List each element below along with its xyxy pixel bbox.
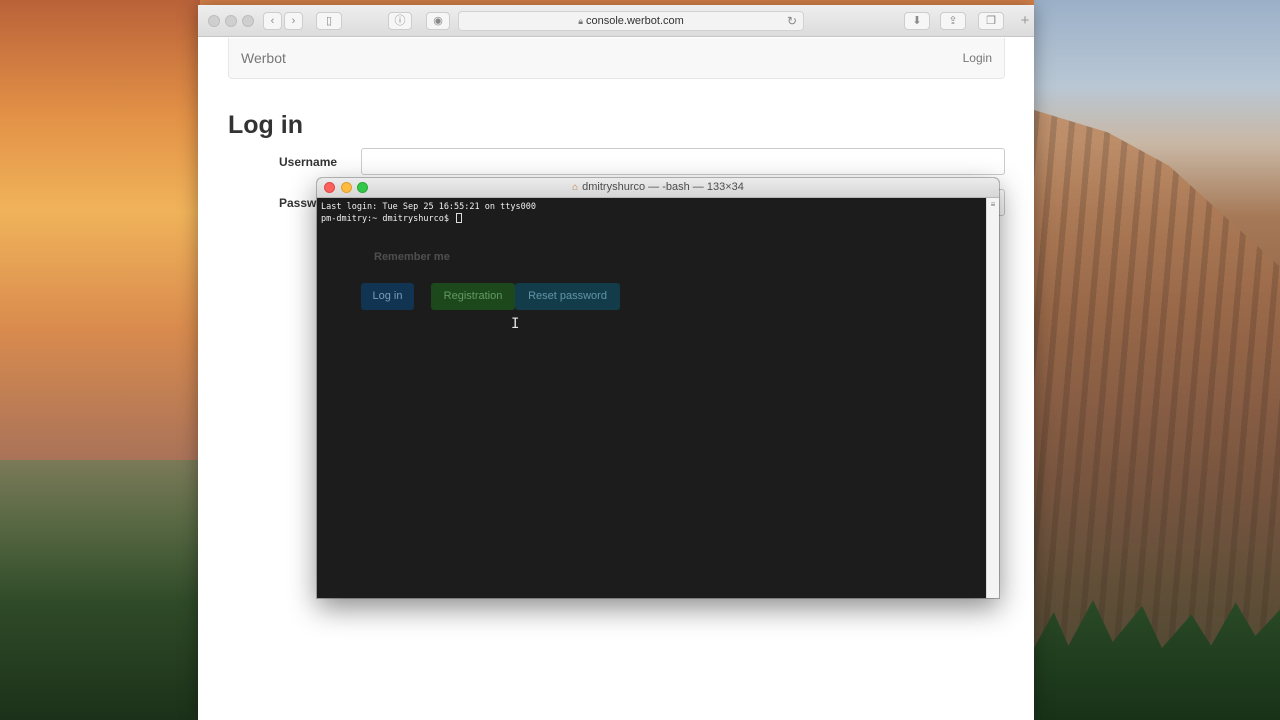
terminal-scrollbar[interactable]: ≡ bbox=[986, 198, 999, 598]
downloads-button[interactable]: ⬇ bbox=[904, 12, 930, 30]
window-maximize-button[interactable] bbox=[242, 15, 254, 27]
reload-icon[interactable]: ↻ bbox=[787, 12, 797, 30]
back-button[interactable]: ‹ bbox=[263, 12, 282, 30]
chevron-right-icon: › bbox=[291, 15, 296, 27]
address-url: console.werbot.com bbox=[585, 15, 684, 27]
username-input[interactable] bbox=[361, 148, 1005, 175]
tabs-icon: ❐ bbox=[986, 15, 996, 27]
forward-button[interactable]: › bbox=[284, 12, 303, 30]
home-icon: ⌂ bbox=[572, 182, 579, 193]
site-brand[interactable]: Werbot bbox=[241, 50, 286, 66]
desktop-wallpaper-hills bbox=[0, 460, 200, 720]
download-icon: ⬇ bbox=[912, 15, 922, 27]
terminal-output[interactable]: Last login: Tue Sep 25 16:55:21 on ttys0… bbox=[317, 198, 986, 598]
sidebar-icon: ▯ bbox=[325, 15, 333, 27]
shield-icon: ◉ bbox=[433, 15, 443, 27]
desktop-wallpaper-left bbox=[0, 0, 200, 470]
terminal-line: Last login: Tue Sep 25 16:55:21 on ttys0… bbox=[321, 202, 536, 212]
lock-icon: 🔒︎ bbox=[578, 16, 583, 26]
extension-button[interactable]: ◉ bbox=[426, 12, 450, 30]
scroll-grip-icon: ≡ bbox=[990, 200, 996, 209]
tabs-button[interactable]: ❐ bbox=[978, 12, 1004, 30]
reader-button[interactable]: ⓘ bbox=[388, 12, 412, 30]
nav-login-link[interactable]: Login bbox=[963, 51, 992, 65]
terminal-titlebar[interactable]: ⌂ dmitryshurco — -bash — 133×34 bbox=[317, 178, 999, 198]
new-tab-button[interactable]: + bbox=[1016, 13, 1034, 31]
username-label: Username bbox=[279, 155, 338, 169]
text-cursor-icon: I bbox=[511, 316, 520, 332]
ghost-registration-button: Registration bbox=[431, 283, 515, 310]
password-label: Passw bbox=[279, 196, 317, 210]
page-title: Log in bbox=[228, 111, 303, 139]
share-icon: ⇪ bbox=[948, 15, 958, 27]
info-icon: ⓘ bbox=[394, 15, 406, 27]
ghost-remember-me: Remember me bbox=[374, 251, 450, 263]
terminal-cursor bbox=[456, 213, 463, 223]
terminal-window[interactable]: ⌂ dmitryshurco — -bash — 133×34 Last logi… bbox=[317, 178, 999, 598]
ghost-reset-button: Reset password bbox=[515, 283, 620, 310]
window-minimize-button[interactable] bbox=[225, 15, 237, 27]
terminal-title: ⌂ dmitryshurco — -bash — 133×34 bbox=[317, 181, 999, 193]
site-navbar: Werbot Login bbox=[228, 38, 1005, 79]
sidebar-button[interactable]: ▯ bbox=[316, 12, 342, 30]
chevron-left-icon: ‹ bbox=[270, 15, 275, 27]
terminal-prompt: pm-dmitry:~ dmitryshurco$ bbox=[321, 214, 455, 224]
terminal-prompt-line: pm-dmitry:~ dmitryshurco$ bbox=[321, 213, 982, 225]
ghost-login-button: Log in bbox=[361, 283, 414, 310]
window-close-button[interactable] bbox=[208, 15, 220, 27]
terminal-title-text: dmitryshurco — -bash — 133×34 bbox=[582, 181, 744, 193]
ghost-remember-me-label: Remember me bbox=[374, 251, 450, 263]
browser-toolbar: ‹ › ▯ ⓘ ◉ 🔒︎ console.werbot.com ↻ ⬇ ⇪ ❐ bbox=[198, 5, 1034, 37]
address-bar[interactable]: 🔒︎ console.werbot.com ↻ bbox=[458, 11, 804, 31]
share-button[interactable]: ⇪ bbox=[940, 12, 966, 30]
